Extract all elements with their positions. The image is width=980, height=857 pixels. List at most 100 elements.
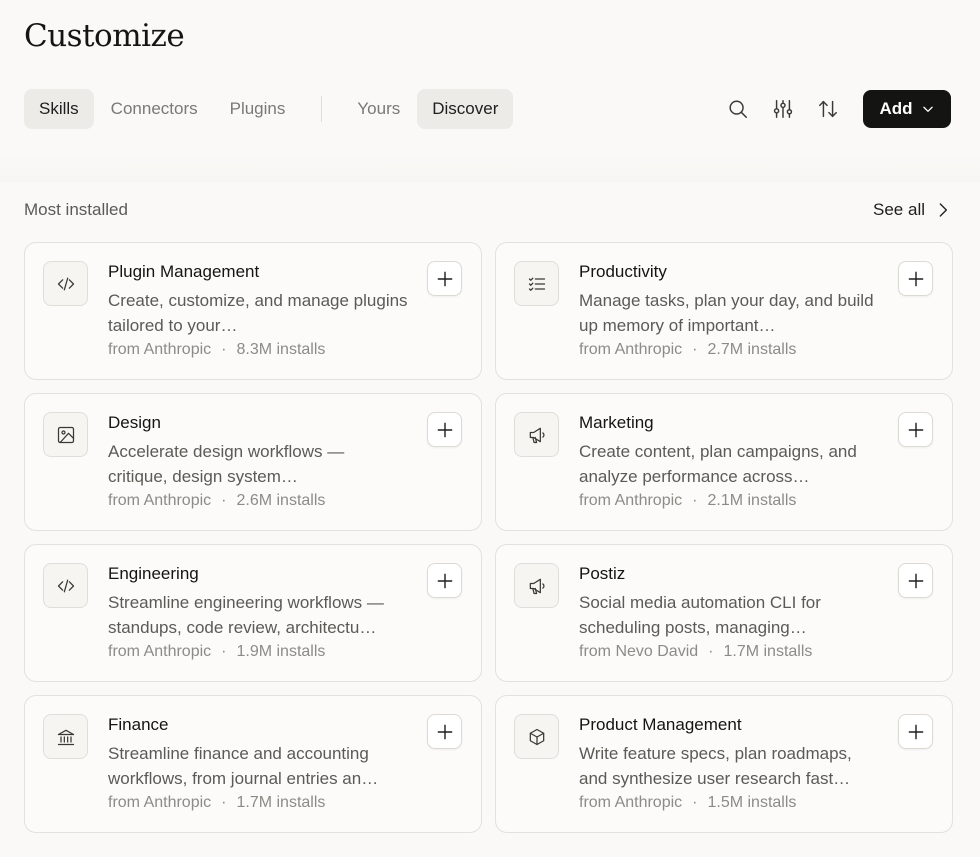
plugin-description: Create content, plan campaigns, and anal… bbox=[579, 442, 857, 486]
plugin-card-engineering[interactable]: Engineering Streamline engineering workfl… bbox=[24, 544, 482, 682]
plugin-meta: from Nevo David · 1.7M installs bbox=[579, 643, 812, 661]
filter-sliders-icon bbox=[773, 100, 793, 118]
plugin-description: Streamline finance and accounting workfl… bbox=[108, 744, 379, 788]
plugin-meta: from Anthropic · 1.9M installs bbox=[108, 643, 325, 661]
plugin-author: from Anthropic bbox=[579, 794, 683, 811]
add-button[interactable]: Add bbox=[863, 90, 951, 128]
install-plugin-button[interactable] bbox=[898, 563, 933, 598]
meta-separator: · bbox=[221, 341, 227, 358]
plugin-name: Engineering bbox=[108, 564, 199, 583]
meta-separator: · bbox=[221, 794, 227, 811]
plugin-icon-tile bbox=[43, 563, 88, 608]
install-plugin-button[interactable] bbox=[898, 714, 933, 749]
see-all-link[interactable]: See all bbox=[873, 200, 951, 220]
plugin-card-marketing[interactable]: Marketing Create content, plan campaigns,… bbox=[495, 393, 953, 531]
install-plugin-button[interactable] bbox=[898, 412, 933, 447]
plugin-card-plugin-management[interactable]: Plugin Management Create, customize, and … bbox=[24, 242, 482, 380]
sort-arrows-icon bbox=[819, 100, 837, 118]
plugin-description: Accelerate design workflows — critique, … bbox=[108, 442, 345, 486]
bank-icon bbox=[57, 729, 74, 745]
plugin-description: Social media automation CLI for scheduli… bbox=[579, 593, 821, 637]
plugin-installs: 2.1M installs bbox=[707, 492, 797, 509]
plugin-name: Product Management bbox=[579, 715, 742, 734]
image-icon bbox=[57, 426, 74, 443]
plugin-author: from Anthropic bbox=[579, 492, 683, 509]
category-tabs: Skills Connectors Plugins bbox=[24, 89, 300, 129]
plugin-meta: from Anthropic · 1.5M installs bbox=[579, 794, 796, 812]
meta-separator: · bbox=[221, 643, 227, 660]
install-plugin-button[interactable] bbox=[427, 261, 462, 296]
checklist-icon bbox=[528, 277, 545, 291]
plugin-icon-tile bbox=[514, 563, 559, 608]
plugin-description: Manage tasks, plan your day, and build u… bbox=[579, 291, 874, 335]
plugin-card-productivity[interactable]: Productivity Manage tasks, plan your day,… bbox=[495, 242, 953, 380]
plugin-name: Marketing bbox=[579, 413, 654, 432]
install-plugin-button[interactable] bbox=[427, 714, 462, 749]
chevron-down-icon bbox=[922, 106, 933, 112]
plugin-name: Productivity bbox=[579, 262, 667, 281]
filter-button[interactable] bbox=[764, 90, 802, 128]
plugin-installs: 1.7M installs bbox=[723, 643, 813, 660]
plugin-author: from Anthropic bbox=[108, 794, 212, 811]
tab-discover[interactable]: Discover bbox=[417, 89, 514, 129]
plus-icon bbox=[908, 271, 923, 286]
tab-divider bbox=[321, 96, 323, 122]
code-icon bbox=[57, 579, 74, 592]
plus-icon bbox=[437, 422, 452, 437]
install-plugin-button[interactable] bbox=[427, 563, 462, 598]
plus-icon bbox=[437, 724, 452, 739]
plus-icon bbox=[908, 422, 923, 437]
plugin-name: Finance bbox=[108, 715, 169, 734]
plugin-icon-tile bbox=[514, 714, 559, 759]
plugin-card-finance[interactable]: Finance Streamline finance and accounting… bbox=[24, 695, 482, 833]
install-plugin-button[interactable] bbox=[427, 412, 462, 447]
scope-tabs: Yours Discover bbox=[342, 89, 514, 129]
section-header: Most installed See all bbox=[24, 196, 951, 224]
tab-connectors[interactable]: Connectors bbox=[96, 89, 213, 129]
plugin-card-product-management[interactable]: Product Management Write feature specs, p… bbox=[495, 695, 953, 833]
meta-separator: · bbox=[692, 492, 698, 509]
plugin-description: Streamline engineering workflows — stand… bbox=[108, 593, 384, 637]
plugin-icon-tile bbox=[514, 261, 559, 306]
plugin-installs: 1.9M installs bbox=[236, 643, 326, 660]
tab-skills[interactable]: Skills bbox=[24, 89, 94, 129]
plugin-meta: from Anthropic · 2.1M installs bbox=[579, 492, 796, 510]
plugin-card-postiz[interactable]: Postiz Social media automation CLI for sc… bbox=[495, 544, 953, 682]
section-label: Most installed bbox=[24, 200, 128, 219]
sort-button[interactable] bbox=[809, 90, 847, 128]
chevron-right-icon bbox=[939, 203, 947, 217]
meta-separator: · bbox=[708, 643, 714, 660]
plugin-installs: 2.6M installs bbox=[236, 492, 326, 509]
megaphone-icon bbox=[529, 427, 545, 443]
plugin-name: Postiz bbox=[579, 564, 626, 583]
meta-separator: · bbox=[221, 492, 227, 509]
plugin-meta: from Anthropic · 8.3M installs bbox=[108, 341, 325, 359]
plugin-installs: 2.7M installs bbox=[707, 341, 797, 358]
plugin-author: from Anthropic bbox=[108, 341, 212, 358]
plugin-icon-tile bbox=[514, 412, 559, 457]
search-icon bbox=[729, 100, 747, 118]
plugin-author: from Anthropic bbox=[108, 643, 212, 660]
plugin-name: Design bbox=[108, 413, 161, 432]
plugin-installs: 1.7M installs bbox=[236, 794, 326, 811]
tab-plugins[interactable]: Plugins bbox=[215, 89, 301, 129]
page-title: Customize bbox=[24, 18, 185, 54]
plugin-grid: Plugin Management Create, customize, and … bbox=[24, 242, 953, 833]
plugin-installs: 8.3M installs bbox=[236, 341, 326, 358]
plus-icon bbox=[908, 724, 923, 739]
see-all-label: See all bbox=[873, 200, 925, 219]
search-button[interactable] bbox=[719, 90, 757, 128]
meta-separator: · bbox=[692, 341, 698, 358]
plugin-author: from Nevo David bbox=[579, 643, 699, 660]
tab-yours[interactable]: Yours bbox=[342, 89, 415, 129]
add-button-label: Add bbox=[879, 99, 913, 118]
plugin-author: from Anthropic bbox=[579, 341, 683, 358]
plugin-meta: from Anthropic · 2.6M installs bbox=[108, 492, 325, 510]
plugin-icon-tile bbox=[43, 412, 88, 457]
plus-icon bbox=[908, 573, 923, 588]
plugin-card-design[interactable]: Design Accelerate design workflows — crit… bbox=[24, 393, 482, 531]
install-plugin-button[interactable] bbox=[898, 261, 933, 296]
plugin-icon-tile bbox=[43, 261, 88, 306]
plugin-description: Write feature specs, plan roadmaps, and … bbox=[579, 744, 852, 788]
plus-icon bbox=[437, 573, 452, 588]
